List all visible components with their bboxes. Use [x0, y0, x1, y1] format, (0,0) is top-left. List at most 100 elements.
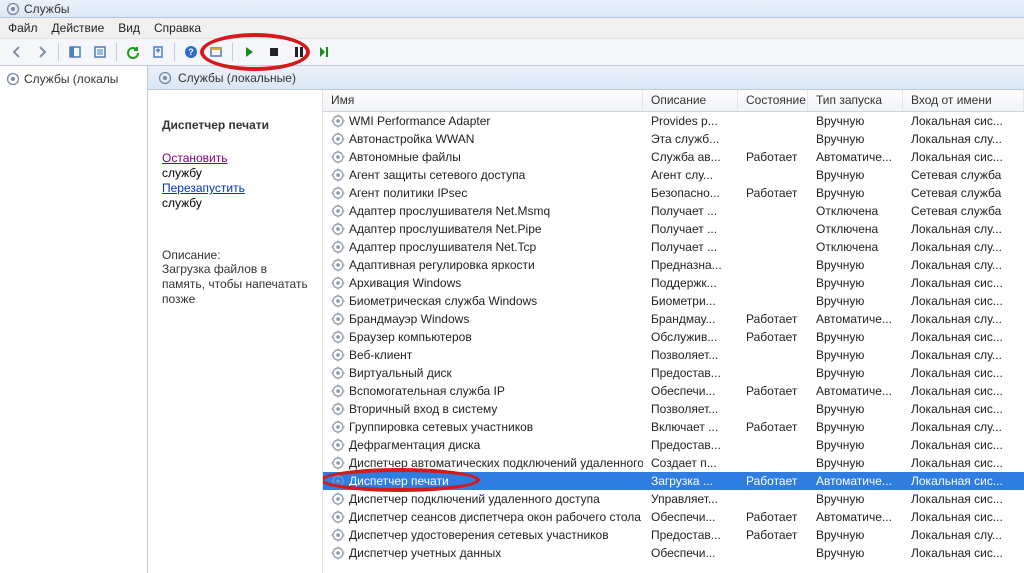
service-desc: Получает ...	[643, 222, 738, 236]
refresh-button[interactable]	[122, 41, 144, 63]
col-logon[interactable]: Вход от имени	[903, 90, 1024, 111]
service-desc: Provides p...	[643, 114, 738, 128]
col-start[interactable]: Тип запуска	[808, 90, 903, 111]
table-row[interactable]: Агент защиты сетевого доступаАгент слу..…	[323, 166, 1024, 184]
service-logon: Локальная сис...	[903, 366, 1024, 380]
service-state: Работает	[738, 150, 808, 164]
service-logon: Локальная слу...	[903, 240, 1024, 254]
service-name: Группировка сетевых участников	[349, 420, 533, 434]
service-desc: Включает ...	[643, 420, 738, 434]
service-restart-button[interactable]	[313, 41, 335, 63]
info-panel: Диспетчер печати Остановить службу Перез…	[148, 90, 323, 573]
service-name: Диспетчер учетных данных	[349, 546, 501, 560]
menubar: Файл Действие Вид Справка	[0, 18, 1024, 38]
table-row[interactable]: Агент политики IPsecБезопасно...Работает…	[323, 184, 1024, 202]
service-state: Работает	[738, 474, 808, 488]
service-desc: Получает ...	[643, 204, 738, 218]
menu-file[interactable]: Файл	[8, 21, 38, 35]
table-row[interactable]: Диспетчер сеансов диспетчера окон рабоче…	[323, 508, 1024, 526]
service-start: Вручную	[808, 294, 903, 308]
table-row[interactable]: Брандмауэр WindowsБрандмау...РаботаетАвт…	[323, 310, 1024, 328]
gear-icon	[331, 366, 345, 380]
view-button[interactable]	[205, 41, 227, 63]
separator	[174, 43, 175, 61]
service-stop-button[interactable]	[263, 41, 285, 63]
table-row[interactable]: Адаптер прослушивателя Net.TcpПолучает .…	[323, 238, 1024, 256]
table-row[interactable]: WMI Performance AdapterProvides p...Вруч…	[323, 112, 1024, 130]
service-name: Виртуальный диск	[349, 366, 452, 380]
table-row[interactable]: Виртуальный дискПредостав...ВручнуюЛокал…	[323, 364, 1024, 382]
service-state: Работает	[738, 384, 808, 398]
table-row[interactable]: Автонастройка WWANЭта служб...ВручнуюЛок…	[323, 130, 1024, 148]
gear-icon	[6, 72, 20, 86]
service-start-button[interactable]	[238, 41, 260, 63]
service-name: Вторичный вход в систему	[349, 402, 497, 416]
service-pause-button[interactable]	[288, 41, 310, 63]
forward-button[interactable]	[31, 41, 53, 63]
table-row[interactable]: Диспетчер печатиЗагрузка ...РаботаетАвто…	[323, 472, 1024, 490]
table-row[interactable]: Биометрическая служба WindowsБиометри...…	[323, 292, 1024, 310]
table-row[interactable]: Диспетчер подключений удаленного доступа…	[323, 490, 1024, 508]
service-desc: Предостав...	[643, 528, 738, 542]
service-logon: Локальная слу...	[903, 348, 1024, 362]
table-row[interactable]: Вспомогательная служба IPОбеспечи...Рабо…	[323, 382, 1024, 400]
gear-icon	[331, 348, 345, 362]
service-name: Адаптер прослушивателя Net.Tcp	[349, 240, 536, 254]
service-desc: Создает п...	[643, 456, 738, 470]
service-state: Работает	[738, 330, 808, 344]
service-name: Диспетчер сеансов диспетчера окон рабоче…	[349, 510, 641, 524]
table-row[interactable]: Адаптер прослушивателя Net.PipeПолучает …	[323, 220, 1024, 238]
table-row[interactable]: Группировка сетевых участников Включает .…	[323, 418, 1024, 436]
service-start: Вручную	[808, 276, 903, 290]
service-desc: Обеспечи...	[643, 546, 738, 560]
col-state[interactable]: Состояние	[738, 90, 808, 111]
service-start: Вручную	[808, 492, 903, 506]
gear-icon	[331, 204, 345, 218]
table-row[interactable]: Архивация WindowsПоддержк...ВручнуюЛокал…	[323, 274, 1024, 292]
gear-icon	[331, 150, 345, 164]
service-logon: Локальная слу...	[903, 312, 1024, 326]
nav-tree[interactable]: Службы (локалы	[0, 66, 148, 573]
service-logon: Локальная слу...	[903, 132, 1024, 146]
gear-icon	[331, 510, 345, 524]
back-button[interactable]	[6, 41, 28, 63]
service-start: Вручную	[808, 546, 903, 560]
service-name: WMI Performance Adapter	[349, 114, 490, 128]
separator	[58, 43, 59, 61]
menu-action[interactable]: Действие	[52, 21, 105, 35]
table-row[interactable]: Автономные файлыСлужба ав...РаботаетАвто…	[323, 148, 1024, 166]
menu-help[interactable]: Справка	[154, 21, 201, 35]
table-row[interactable]: Дефрагментация дискаПредостав...ВручнуюЛ…	[323, 436, 1024, 454]
list-header[interactable]: Имя Описание Состояние Тип запуска Вход …	[323, 90, 1024, 112]
toolbar: ?	[0, 38, 1024, 66]
table-row[interactable]: Веб-клиентПозволяет...ВручнуюЛокальная с…	[323, 346, 1024, 364]
show-hide-tree-button[interactable]	[64, 41, 86, 63]
col-name[interactable]: Имя	[323, 90, 643, 111]
service-logon: Локальная сис...	[903, 384, 1024, 398]
view-header: Службы (локальные)	[148, 66, 1024, 90]
table-row[interactable]: Браузер компьютеровОбслужив...РаботаетВр…	[323, 328, 1024, 346]
restart-link[interactable]: Перезапустить	[162, 180, 308, 196]
col-desc[interactable]: Описание	[643, 90, 738, 111]
service-desc: Позволяет...	[643, 348, 738, 362]
service-logon: Локальная слу...	[903, 528, 1024, 542]
service-start: Автоматиче...	[808, 510, 903, 524]
separator	[116, 43, 117, 61]
service-logon: Локальная сис...	[903, 546, 1024, 560]
table-row[interactable]: Вторичный вход в системуПозволяет...Вруч…	[323, 400, 1024, 418]
help-button[interactable]: ?	[180, 41, 202, 63]
table-row[interactable]: Адаптер прослушивателя Net.MsmqПолучает …	[323, 202, 1024, 220]
table-row[interactable]: Диспетчер удостоверения сетевых участник…	[323, 526, 1024, 544]
tree-root-services[interactable]: Службы (локалы	[4, 70, 143, 88]
gear-icon	[331, 384, 345, 398]
menu-view[interactable]: Вид	[118, 21, 140, 35]
table-row[interactable]: Диспетчер учетных данных Обеспечи... Вручн…	[323, 544, 1024, 562]
export-button[interactable]	[147, 41, 169, 63]
table-row[interactable]: Адаптивная регулировка яркостиПредназна.…	[323, 256, 1024, 274]
stop-link[interactable]: Остановить	[162, 150, 308, 166]
properties-button[interactable]	[89, 41, 111, 63]
service-name: Адаптивная регулировка яркости	[349, 258, 535, 272]
rows-container[interactable]: WMI Performance Adapter Provides p... Вруч…	[323, 112, 1024, 573]
table-row[interactable]: Диспетчер автоматических подключений уда…	[323, 454, 1024, 472]
service-start: Вручную	[808, 402, 903, 416]
